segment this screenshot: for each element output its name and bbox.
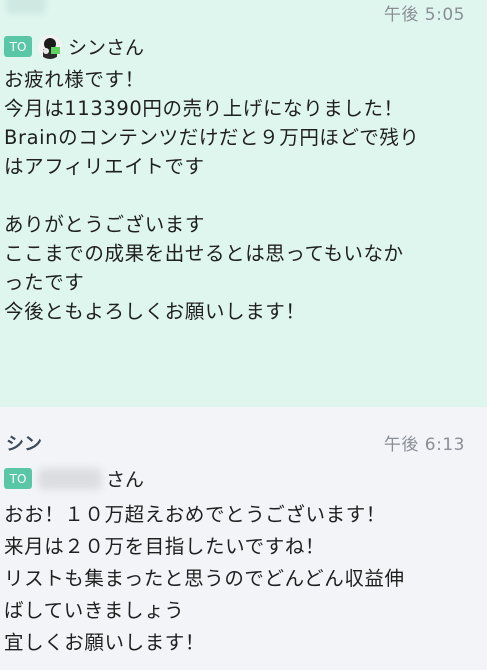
to-name-suffix: さん [106,469,145,491]
message-item-2[interactable]: シン 午後 6:13 TO さん おお！１０万超えおめでとうございます！ 来月は… [0,407,487,670]
avatar [38,34,62,59]
message-item-1[interactable]: 午後 5:05 TO シンさん お疲れ様です！ 今月は113390円の売り上げに… [0,0,487,407]
message-body: お疲れ様です！ 今月は113390円の売り上げになりました！ Brainのコンテ… [4,68,420,323]
to-name: シンさん [68,37,145,59]
sender-name[interactable]: シン [6,430,42,456]
to-badge: TO [4,468,32,489]
to-name-blurred [38,467,102,490]
message-time: 午後 6:13 [383,435,465,455]
sender-name-blurred [6,0,46,14]
to-mention[interactable]: TO シンさん [4,33,144,60]
to-mention[interactable]: TO さん [4,465,144,492]
message-body: おお！１０万超えおめでとうございます！ 来月は２０万を目指したいですね！ リスト… [4,503,405,654]
message-time: 午後 5:05 [383,5,465,25]
to-badge: TO [4,36,32,57]
